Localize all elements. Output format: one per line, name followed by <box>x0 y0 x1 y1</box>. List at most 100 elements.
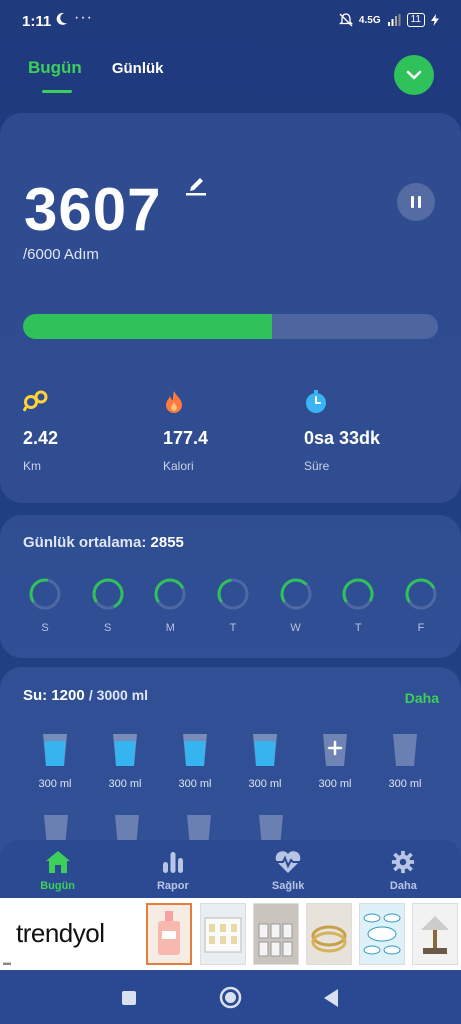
distance-value: 2.42 <box>23 428 59 448</box>
home-button[interactable] <box>219 986 242 1014</box>
status-bar: 1:11 ··· 4.5G 11 <box>0 0 461 44</box>
plus-cup-icon <box>323 734 347 766</box>
duration-stat: 0sa 33dk Süre <box>304 390 380 473</box>
ring-progress-icon <box>154 578 186 610</box>
cup-amount: 300 ml <box>38 778 72 790</box>
tab-daily[interactable]: Günlük <box>112 58 164 78</box>
moon-icon <box>56 12 68 30</box>
cup-row: 300 ml 300 ml 300 ml 300 ml 300 ml 300 ml <box>20 729 440 794</box>
cup-amount: 300 ml <box>388 778 422 790</box>
weekday-ring: S <box>28 577 62 634</box>
cup-icon <box>253 734 277 766</box>
ad-product-image[interactable] <box>200 903 246 965</box>
back-button[interactable] <box>322 988 340 1013</box>
more-notifications-icon: ··· <box>74 9 93 26</box>
nav-report-label: Rapor <box>156 880 189 892</box>
weekday-ring: M <box>153 577 187 634</box>
weekday-label: S <box>103 622 112 634</box>
step-progress-bar <box>23 314 438 339</box>
home-icon <box>45 851 70 873</box>
weekday-label: W <box>290 622 301 634</box>
duration-label: Süre <box>304 459 330 473</box>
cup-icon <box>393 734 417 766</box>
ring-progress-icon <box>92 578 124 610</box>
nav-today[interactable]: Bugün <box>0 840 115 898</box>
ad-product-image[interactable] <box>359 903 405 965</box>
muted-bell-icon <box>338 13 353 27</box>
weekday-label: T <box>229 622 237 634</box>
nav-more[interactable]: Daha <box>346 840 461 898</box>
status-icons: 4.5G 11 <box>338 13 439 27</box>
battery-icon: 11 <box>406 13 425 27</box>
nav-more-label: Daha <box>389 880 417 892</box>
recents-button[interactable] <box>121 990 137 1011</box>
cup-icon <box>113 734 137 766</box>
calorie-stat: 177.4 Kalori <box>163 390 208 473</box>
distance-stat: 2.42 Km <box>22 390 59 473</box>
weekday-rings: SSMTWTF <box>28 577 438 634</box>
gear-icon <box>392 850 415 874</box>
ad-product-image[interactable] <box>253 903 299 965</box>
ring-progress-icon <box>217 578 249 610</box>
heart-pulse-icon <box>275 851 301 873</box>
dropdown-button[interactable] <box>394 55 434 95</box>
weekday-label: T <box>354 622 362 634</box>
distance-label: Km <box>23 459 41 473</box>
water-cup[interactable]: 300 ml <box>370 729 440 794</box>
distance-icon <box>22 390 58 416</box>
ring-progress-icon <box>342 578 374 610</box>
cup-amount: 300 ml <box>108 778 142 790</box>
ring-progress-icon <box>280 578 312 610</box>
duration-value: 0sa 33dk <box>304 428 381 448</box>
cup-icon <box>183 734 207 766</box>
daily-average-card[interactable]: Günlük ortalama: 2855 S S M T W T F <box>0 515 461 658</box>
signal-icon <box>387 14 401 26</box>
add-cup-button[interactable]: 300 ml <box>300 729 370 794</box>
nav-today-label: Bugün <box>40 880 76 892</box>
water-label: Su: <box>23 687 48 704</box>
water-current: 1200 <box>51 687 85 704</box>
water-cup[interactable]: 300 ml <box>230 729 300 794</box>
step-count: 3607 <box>24 176 162 243</box>
weekday-label: M <box>165 622 175 634</box>
ad-product-image[interactable] <box>412 903 458 965</box>
top-tabs: Bugün Günlük <box>28 58 164 93</box>
water-cup[interactable]: 300 ml <box>90 729 160 794</box>
ring-progress-icon <box>29 578 61 610</box>
step-progress-fill <box>23 314 273 339</box>
water-cup[interactable]: 300 ml <box>20 729 90 794</box>
nav-health-label: Sağlık <box>271 880 305 892</box>
ad-info-icon[interactable]: ▬ <box>3 958 11 967</box>
water-cups: 300 ml 300 ml 300 ml 300 ml 300 ml 300 ml <box>20 729 440 855</box>
charging-icon <box>431 14 439 26</box>
calorie-label: Kalori <box>163 459 194 473</box>
circle-icon <box>219 986 242 1009</box>
nav-health[interactable]: Sağlık <box>231 840 346 898</box>
weekday-ring: W <box>279 577 313 634</box>
cup-amount: 300 ml <box>318 778 352 790</box>
edit-icon[interactable] <box>184 173 208 202</box>
water-more-link[interactable]: Daha <box>405 690 439 706</box>
weekday-ring: F <box>404 577 438 634</box>
weekday-ring: T <box>341 577 375 634</box>
ad-product-image[interactable] <box>146 903 192 965</box>
daily-average-label: Günlük ortalama: <box>23 534 147 551</box>
pause-icon <box>411 196 421 208</box>
square-icon <box>122 991 136 1005</box>
system-navigation <box>0 970 461 1024</box>
status-time: 1:11 <box>22 13 52 30</box>
nav-report[interactable]: Rapor <box>115 840 230 898</box>
tab-today[interactable]: Bugün <box>28 58 82 93</box>
cup-amount: 300 ml <box>178 778 212 790</box>
ad-banner[interactable]: trendyol ▬ <box>0 898 461 970</box>
timer-icon <box>304 390 380 416</box>
flame-icon <box>163 390 208 416</box>
weekday-ring: T <box>216 577 250 634</box>
weekday-label: S <box>41 622 49 634</box>
water-cup[interactable]: 300 ml <box>160 729 230 794</box>
ad-product-image[interactable] <box>306 903 352 965</box>
pause-button[interactable] <box>397 183 435 221</box>
ad-brand: trendyol <box>16 918 105 948</box>
step-goal: /6000 Adım <box>23 246 99 263</box>
water-total: / 3000 ml <box>88 687 149 703</box>
